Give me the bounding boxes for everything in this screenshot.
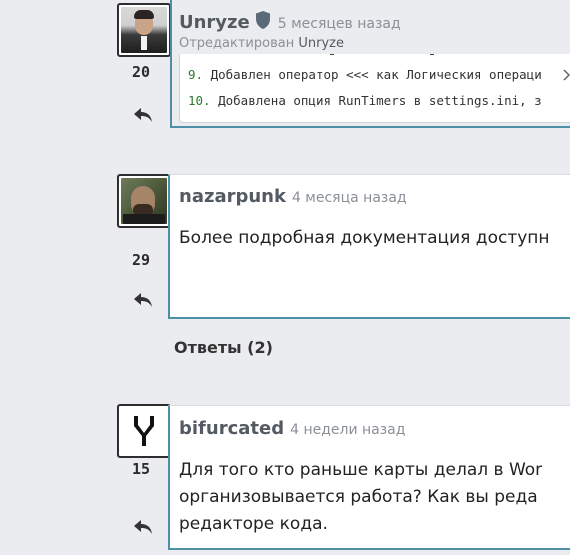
comment-header: bifurcated 4 недели назад — [179, 418, 405, 439]
author-name[interactable]: Unryze — [179, 12, 250, 33]
shield-icon — [255, 11, 270, 29]
comment-text-line: организовывается работа? Как вы реда — [179, 487, 538, 507]
avatar-nazarpunk[interactable] — [117, 174, 171, 228]
comment-header: nazarpunk 4 месяца назад — [179, 186, 407, 207]
line-number: 9. — [188, 67, 204, 82]
comment-text-line: редакторе кода. — [179, 514, 328, 534]
comment-header: Unryze 5 месяцев назад — [179, 10, 401, 33]
comment-score: 20 — [131, 63, 151, 81]
edited-label: Отредактирован — [179, 36, 295, 51]
comment-score: 15 — [131, 460, 151, 478]
card-border — [170, 126, 570, 128]
comment-time[interactable]: 4 недели назад — [290, 422, 405, 438]
comment-time[interactable]: 4 месяца назад — [292, 190, 407, 206]
comment-text: Более подробная документация доступн — [179, 228, 550, 248]
comment-score: 29 — [131, 251, 151, 269]
code-text: Добавлена опция RunTimers в settings.ini… — [218, 93, 542, 108]
comment-time[interactable]: 5 месяцев назад — [278, 16, 401, 32]
avatar-unryze[interactable] — [117, 3, 171, 57]
comment-text-line: Для того кто раньше карты делал в Wor — [179, 460, 543, 480]
scroll-arrow-icon[interactable] — [562, 68, 570, 82]
card-border — [170, 0, 172, 128]
edited-by[interactable]: Unryze — [298, 36, 344, 51]
code-text: Добавлен оператор <<< как Логическия опе… — [210, 67, 542, 82]
reply-icon[interactable] — [132, 106, 154, 124]
code-block: 9. Добавлен оператор <<< как Логическия … — [179, 54, 570, 123]
code-line: 10. Добавлена опция RunTimers в settings… — [188, 93, 542, 108]
author-name[interactable]: bifurcated — [179, 418, 284, 439]
author-name[interactable]: nazarpunk — [179, 186, 286, 207]
code-line: 9. Добавлен оператор <<< как Логическия … — [188, 67, 542, 82]
reply-icon[interactable] — [132, 518, 154, 536]
reply-icon[interactable] — [132, 291, 154, 309]
replies-title[interactable]: Ответы (2) — [174, 338, 273, 357]
edited-note: Отредактирован Unryze — [179, 36, 344, 51]
line-number: 10. — [188, 93, 211, 108]
fork-icon — [134, 416, 154, 446]
avatar-bifurcated[interactable] — [117, 404, 171, 458]
